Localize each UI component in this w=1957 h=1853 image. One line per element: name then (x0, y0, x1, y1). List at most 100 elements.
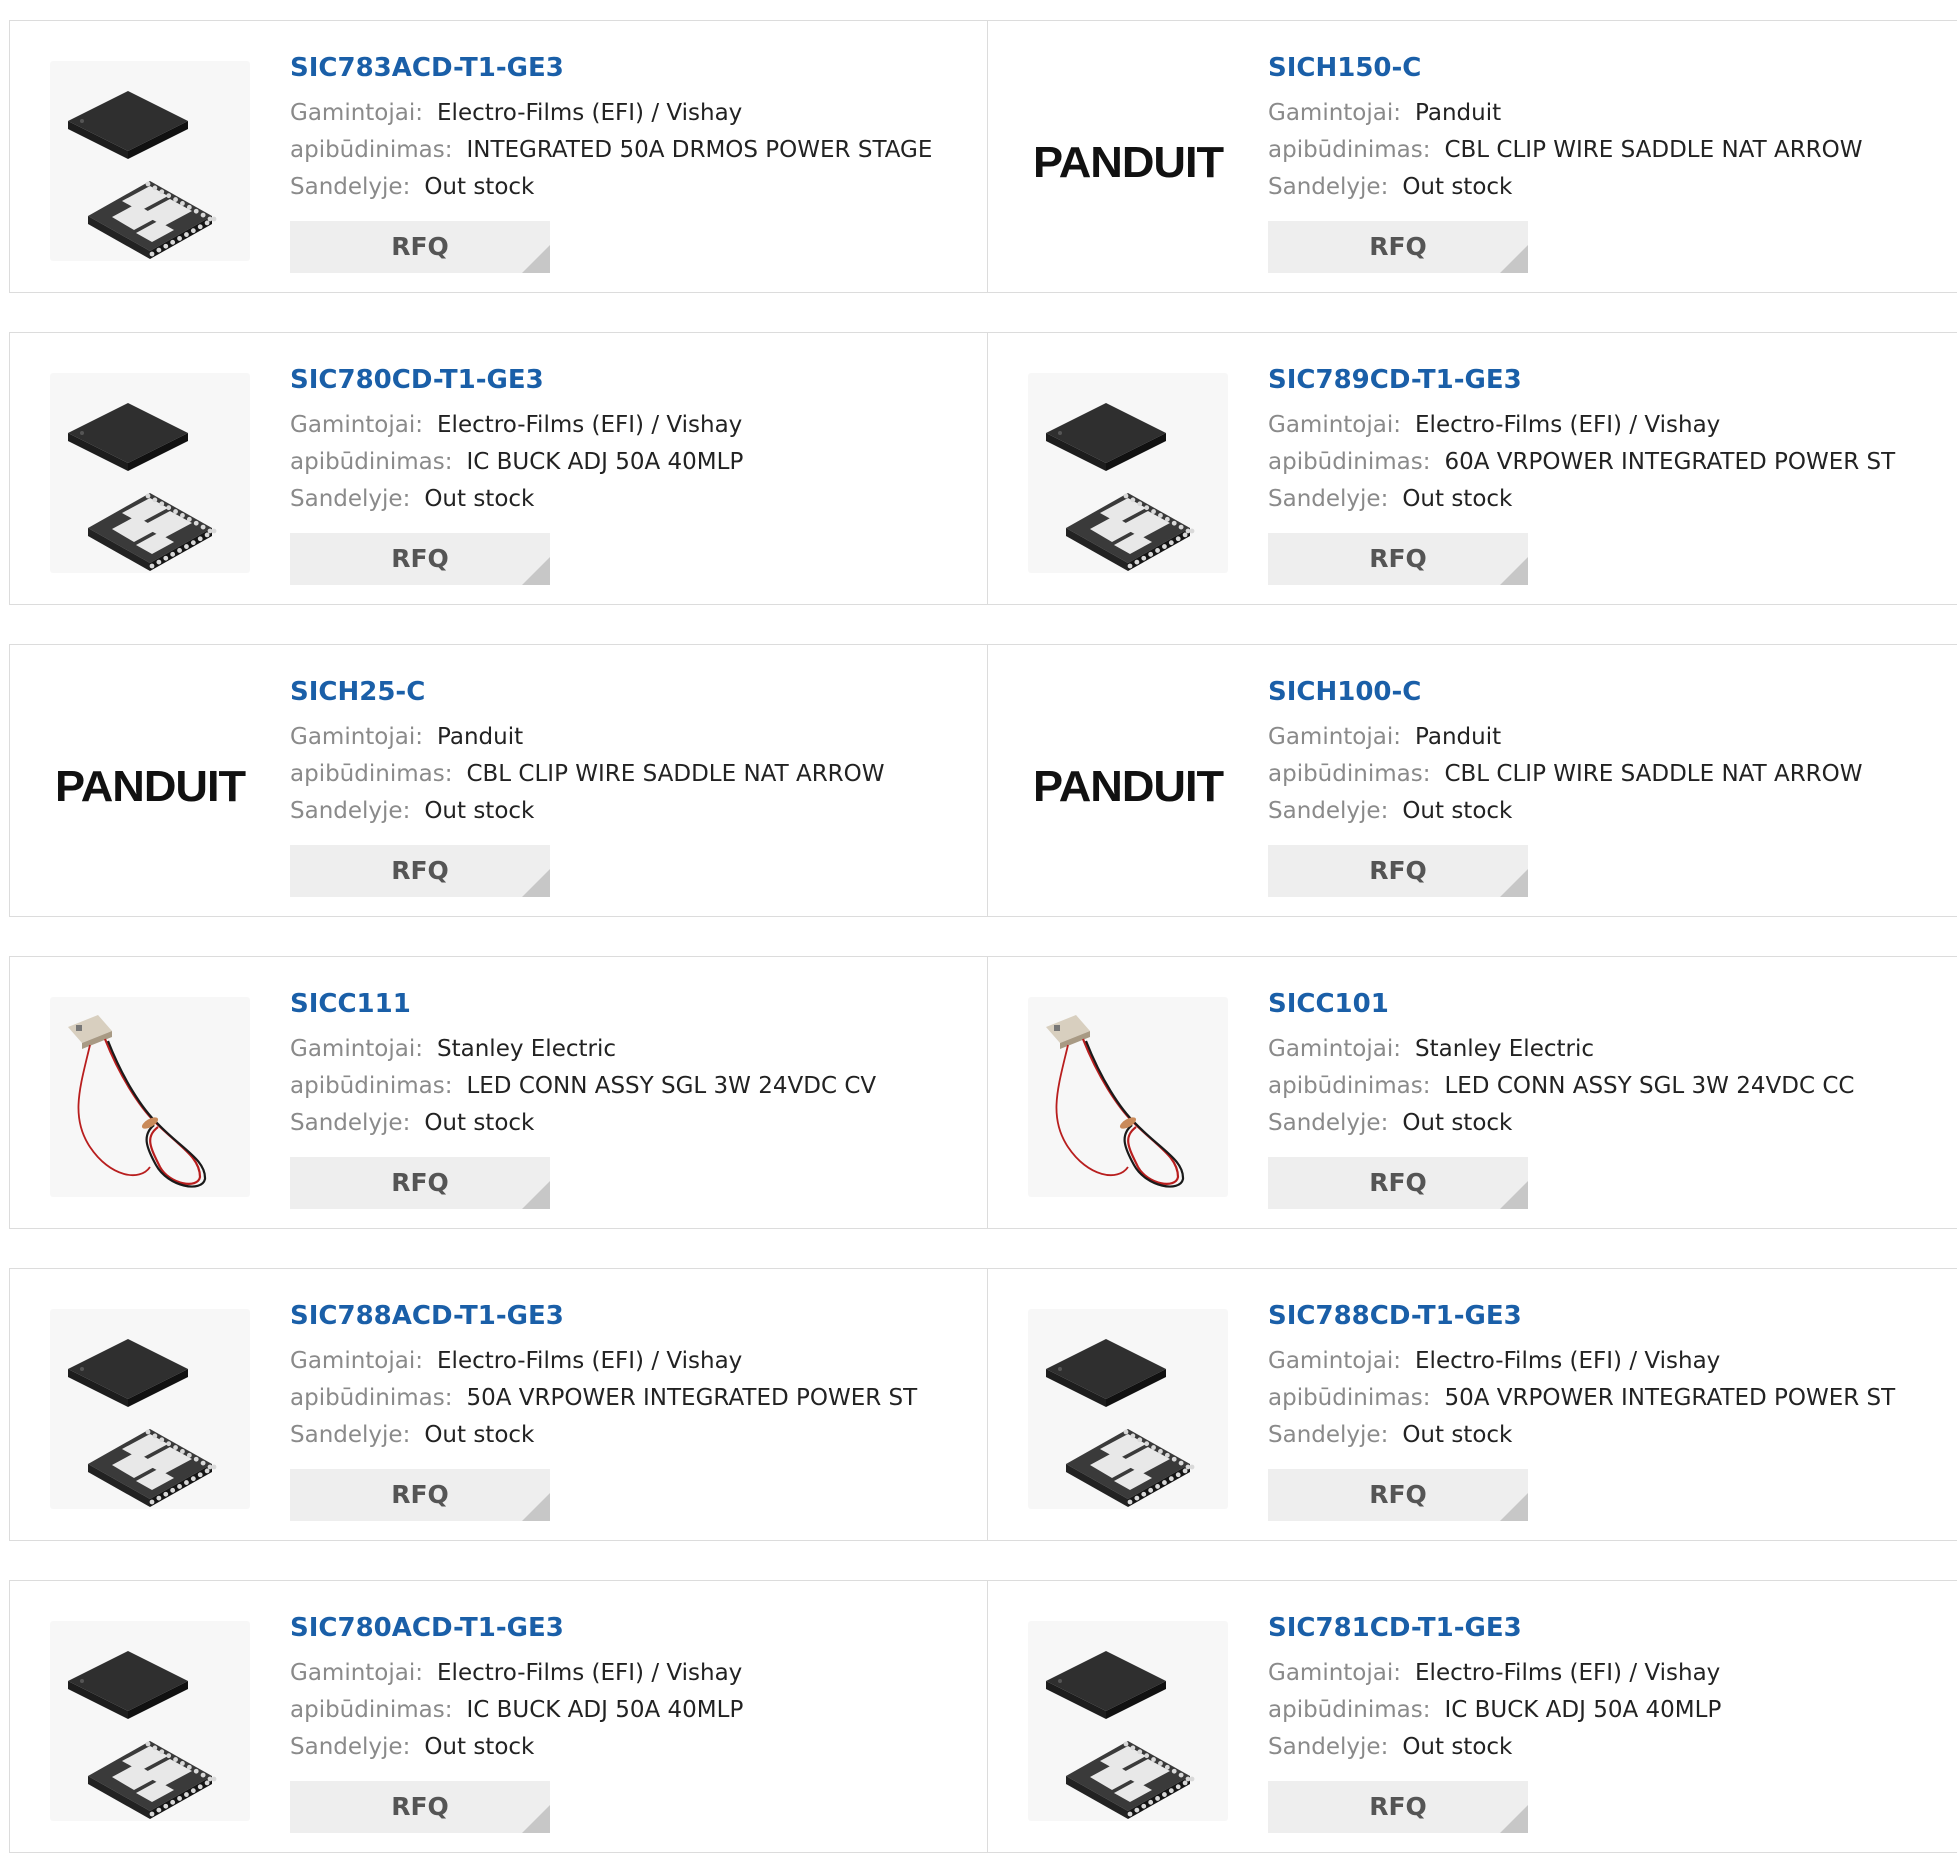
rfq-button[interactable]: RFQ (290, 1157, 550, 1209)
rfq-button[interactable]: RFQ (1268, 1157, 1528, 1209)
rfq-button[interactable]: RFQ (1268, 221, 1528, 273)
manufacturer-line: Gamintojai: Stanley Electric (290, 1031, 977, 1068)
logo-text: PANDUIT (1033, 138, 1224, 187)
panduit-logo: PANDUIT (1033, 138, 1225, 187)
manufacturer-label: Gamintojai: (1268, 1348, 1402, 1374)
description-line: apibūdinimas: CBL CLIP WIRE SADDLE NAT AR… (1268, 132, 1948, 169)
product-image[interactable]: PANDUIT (50, 685, 250, 885)
product-card: PANDUIT SICH25-C Gamintojai: Panduit apib… (10, 645, 988, 916)
rfq-button[interactable]: RFQ (290, 533, 550, 585)
stock-label: Sandelyje: (290, 1110, 411, 1136)
rfq-button[interactable]: RFQ (1268, 845, 1528, 897)
stock-label: Sandelyje: (290, 1422, 411, 1448)
product-row: SIC788ACD-T1-GE3 Gamintojai: Electro-Film… (9, 1268, 1957, 1541)
product-image[interactable]: PANDUIT (1028, 61, 1228, 261)
product-part-link[interactable]: SICH25-C (290, 675, 977, 709)
stock-label: Sandelyje: (290, 486, 411, 512)
product-part-link[interactable]: SICH150-C (1268, 51, 1948, 85)
product-image[interactable] (1028, 1621, 1228, 1821)
rfq-button[interactable]: RFQ (1268, 533, 1528, 585)
corner-triangle-icon (522, 1805, 550, 1833)
corner-triangle-icon (522, 1493, 550, 1521)
product-card: SIC780ACD-T1-GE3 Gamintojai: Electro-Film… (10, 1581, 988, 1852)
product-image[interactable] (50, 61, 250, 261)
product-info: SIC780CD-T1-GE3 Gamintojai: Electro-Films… (290, 363, 977, 518)
stock-line: Sandelyje: Out stock (290, 481, 977, 518)
product-card: SIC780CD-T1-GE3 Gamintojai: Electro-Films… (10, 333, 988, 604)
rfq-button[interactable]: RFQ (1268, 1469, 1528, 1521)
manufacturer-label: Gamintojai: (290, 724, 424, 750)
stock-line: Sandelyje: Out stock (290, 1417, 977, 1454)
product-image[interactable] (1028, 373, 1228, 573)
stock-line: Sandelyje: Out stock (1268, 481, 1948, 518)
product-image[interactable] (50, 997, 250, 1197)
product-part-link[interactable]: SIC789CD-T1-GE3 (1268, 363, 1948, 397)
stock-value: Out stock (424, 798, 535, 824)
manufacturer-label: Gamintojai: (1268, 724, 1402, 750)
stock-value: Out stock (1402, 798, 1513, 824)
product-part-link[interactable]: SIC788ACD-T1-GE3 (290, 1299, 977, 1333)
product-part-link[interactable]: SIC780CD-T1-GE3 (290, 363, 977, 397)
description-label: apibūdinimas: (290, 137, 453, 163)
manufacturer-value: Stanley Electric (437, 1036, 616, 1062)
product-image[interactable] (50, 373, 250, 573)
description-value: INTEGRATED 50A DRMOS POWER STAGE (466, 137, 933, 163)
corner-triangle-icon (1500, 1805, 1528, 1833)
product-card: SIC788CD-T1-GE3 Gamintojai: Electro-Films… (988, 1269, 1957, 1540)
description-label: apibūdinimas: (290, 1073, 453, 1099)
manufacturer-label: Gamintojai: (290, 1036, 424, 1062)
product-card: SICC101 Gamintojai: Stanley Electric apib… (988, 957, 1957, 1228)
product-info: SIC788ACD-T1-GE3 Gamintojai: Electro-Film… (290, 1299, 977, 1454)
description-line: apibūdinimas: 50A VRPOWER INTEGRATED POWE… (290, 1380, 977, 1417)
stock-line: Sandelyje: Out stock (290, 793, 977, 830)
product-part-link[interactable]: SICC111 (290, 987, 977, 1021)
manufacturer-line: Gamintojai: Electro-Films (EFI) / Vishay (290, 1655, 977, 1692)
rfq-button[interactable]: RFQ (290, 845, 550, 897)
product-image[interactable]: PANDUIT (1028, 685, 1228, 885)
stock-label: Sandelyje: (290, 174, 411, 200)
product-part-link[interactable]: SICH100-C (1268, 675, 1948, 709)
stock-label: Sandelyje: (290, 1734, 411, 1760)
manufacturer-label: Gamintojai: (290, 412, 424, 438)
stock-value: Out stock (1402, 174, 1513, 200)
corner-triangle-icon (1500, 557, 1528, 585)
product-image[interactable] (1028, 1309, 1228, 1509)
qfn-chip-icon (1046, 1651, 1195, 1819)
description-value: 50A VRPOWER INTEGRATED POWER ST (1444, 1385, 1896, 1411)
description-value: 60A VRPOWER INTEGRATED POWER ST (1444, 449, 1896, 475)
description-label: apibūdinimas: (290, 1697, 453, 1723)
rfq-label: RFQ (1369, 1168, 1427, 1197)
product-card: SIC783ACD-T1-GE3 Gamintojai: Electro-Film… (10, 21, 988, 292)
qfn-chip-icon (68, 403, 217, 571)
description-label: apibūdinimas: (290, 761, 453, 787)
manufacturer-value: Electro-Films (EFI) / Vishay (1415, 412, 1721, 438)
stock-label: Sandelyje: (1268, 1110, 1389, 1136)
manufacturer-label: Gamintojai: (290, 1348, 424, 1374)
product-image[interactable] (1028, 997, 1228, 1197)
rfq-button[interactable]: RFQ (290, 221, 550, 273)
rfq-button[interactable]: RFQ (1268, 1781, 1528, 1833)
rfq-label: RFQ (1369, 232, 1427, 261)
product-part-link[interactable]: SIC783ACD-T1-GE3 (290, 51, 977, 85)
product-info: SIC781CD-T1-GE3 Gamintojai: Electro-Films… (1268, 1611, 1948, 1766)
rfq-button[interactable]: RFQ (290, 1469, 550, 1521)
rfq-button[interactable]: RFQ (290, 1781, 550, 1833)
qfn-chip-icon (1046, 403, 1195, 571)
manufacturer-value: Panduit (1415, 100, 1502, 126)
product-image[interactable] (50, 1621, 250, 1821)
product-card: SICC111 Gamintojai: Stanley Electric apib… (10, 957, 988, 1228)
product-part-link[interactable]: SICC101 (1268, 987, 1948, 1021)
stock-label: Sandelyje: (1268, 798, 1389, 824)
rfq-label: RFQ (1369, 1480, 1427, 1509)
rfq-label: RFQ (391, 544, 449, 573)
corner-triangle-icon (1500, 245, 1528, 273)
product-part-link[interactable]: SIC781CD-T1-GE3 (1268, 1611, 1948, 1645)
product-part-link[interactable]: SIC780ACD-T1-GE3 (290, 1611, 977, 1645)
product-part-link[interactable]: SIC788CD-T1-GE3 (1268, 1299, 1948, 1333)
stock-value: Out stock (1402, 1110, 1513, 1136)
description-label: apibūdinimas: (1268, 1073, 1431, 1099)
qfn-chip-icon (68, 91, 217, 259)
stock-line: Sandelyje: Out stock (1268, 1417, 1948, 1454)
product-image[interactable] (50, 1309, 250, 1509)
manufacturer-value: Electro-Films (EFI) / Vishay (1415, 1660, 1721, 1686)
